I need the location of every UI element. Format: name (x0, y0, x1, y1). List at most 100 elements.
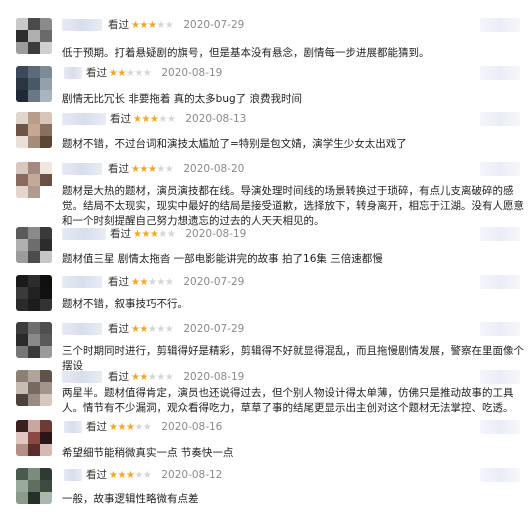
watched-status: 看过 (86, 67, 107, 79)
review-text: 剧情无比冗长 非要拖着 真的太多bug了 浪费我时间 (62, 93, 302, 105)
star-icon: ★ (117, 422, 126, 433)
review-date: 2020-08-20 (183, 163, 245, 175)
vote-area[interactable] (480, 420, 520, 434)
watched-status: 看过 (108, 371, 129, 383)
review-text: 题材值三星 剧情太拖沓 一部电影能讲完的故事 拍了16集 三倍速都慢 (62, 253, 383, 265)
vote-area[interactable] (480, 275, 520, 289)
review-date: 2020-08-12 (161, 469, 223, 481)
review-meta: 看过 ★★★★★ 2020-07-29 (108, 275, 244, 289)
rating-stars: ★★★★★ (131, 163, 174, 177)
avatar[interactable] (16, 370, 52, 406)
star-icon: ★ (142, 422, 152, 433)
star-icon: ★ (156, 164, 165, 175)
watched-status: 看过 (108, 19, 129, 31)
username[interactable] (62, 371, 102, 383)
review-meta: 看过 ★★★★★ 2020-08-20 (108, 162, 244, 176)
star-icon: ★ (158, 114, 167, 125)
rating-stars: ★★★★★ (131, 19, 174, 33)
review-date: 2020-07-29 (183, 323, 245, 335)
avatar[interactable] (16, 162, 52, 198)
review-meta: 看过 ★★★★★ 2020-08-12 (86, 468, 222, 482)
watched-status: 看过 (108, 323, 129, 335)
review-meta: 看过 ★★★★★ 2020-07-29 (108, 18, 244, 32)
star-icon: ★ (164, 20, 174, 31)
star-icon: ★ (134, 68, 143, 79)
vote-area[interactable] (480, 66, 520, 80)
avatar[interactable] (16, 227, 52, 263)
rating-stars: ★★★★★ (131, 371, 174, 385)
review-meta: 看过 ★★★★★ 2020-08-19 (108, 370, 244, 384)
review-date: 2020-08-16 (161, 421, 223, 433)
review-date: 2020-08-19 (183, 371, 245, 383)
review-date: 2020-08-19 (161, 67, 223, 79)
username[interactable] (62, 276, 102, 288)
review-meta: 看过 ★★★★★ 2020-08-16 (86, 420, 222, 434)
avatar[interactable] (16, 275, 52, 311)
username[interactable] (62, 228, 106, 240)
review-meta: 看过 ★★★★★ 2020-08-19 (86, 66, 222, 80)
vote-area[interactable] (480, 162, 520, 176)
star-icon: ★ (156, 277, 165, 288)
star-icon: ★ (141, 229, 150, 240)
vote-area[interactable] (480, 370, 520, 384)
vote-area[interactable] (480, 18, 520, 32)
rating-stars: ★★★★★ (109, 421, 152, 435)
star-icon: ★ (117, 470, 126, 481)
star-icon: ★ (156, 372, 165, 383)
review-date: 2020-07-29 (183, 19, 245, 31)
vote-area[interactable] (480, 322, 520, 336)
star-icon: ★ (142, 68, 152, 79)
review-text: 低于预期。打着悬疑剧的旗号，但是基本没有悬念，剧情每一步进展都能猜到。 (62, 47, 430, 59)
username[interactable] (62, 19, 102, 31)
vote-area[interactable] (480, 468, 520, 482)
username[interactable] (64, 421, 82, 433)
star-icon: ★ (139, 372, 148, 383)
review-text: 题材是大热的题材，演员演技都在线。导演处理时间线的场景转换过于琐碎，有点儿支离破… (62, 185, 524, 227)
review-text: 两星半。题材值得肯定，演员也还说得过去，但个别人物设计得太单薄，仿佛只是推动故事… (62, 387, 514, 414)
star-icon: ★ (134, 422, 143, 433)
review-date: 2020-08-13 (185, 113, 247, 125)
star-icon: ★ (142, 470, 152, 481)
avatar[interactable] (16, 322, 52, 358)
star-icon: ★ (164, 324, 174, 335)
rating-stars: ★★★★★ (109, 67, 152, 81)
watched-status: 看过 (86, 469, 107, 481)
vote-area[interactable] (480, 112, 520, 126)
star-icon: ★ (158, 229, 167, 240)
watched-status: 看过 (86, 421, 107, 433)
rating-stars: ★★★★★ (109, 469, 152, 483)
username[interactable] (62, 323, 102, 335)
rating-stars: ★★★★★ (133, 228, 176, 242)
star-icon: ★ (164, 372, 174, 383)
star-icon: ★ (141, 114, 150, 125)
vote-area[interactable] (480, 227, 520, 241)
star-icon: ★ (156, 20, 165, 31)
star-icon: ★ (134, 470, 143, 481)
review-text: 题材不错，叙事技巧不行。 (62, 298, 188, 310)
star-icon: ★ (139, 324, 148, 335)
username[interactable] (62, 113, 106, 125)
avatar[interactable] (16, 66, 52, 102)
watched-status: 看过 (110, 113, 131, 125)
star-icon: ★ (139, 277, 148, 288)
rating-stars: ★★★★★ (133, 113, 176, 127)
star-icon: ★ (166, 114, 176, 125)
username[interactable] (64, 469, 82, 481)
star-icon: ★ (139, 164, 148, 175)
avatar[interactable] (16, 112, 52, 148)
avatar[interactable] (16, 18, 52, 54)
rating-stars: ★★★★★ (131, 276, 174, 290)
star-icon: ★ (117, 68, 126, 79)
watched-status: 看过 (110, 228, 131, 240)
username[interactable] (62, 163, 102, 175)
star-icon: ★ (164, 164, 174, 175)
star-icon: ★ (139, 20, 148, 31)
review-date: 2020-07-29 (183, 276, 245, 288)
review-text: 题材不错，不过台词和演技太尴尬了=特别是包文婧，演学生少女太出戏了 (62, 138, 407, 150)
star-icon: ★ (164, 277, 174, 288)
avatar[interactable] (16, 420, 52, 456)
watched-status: 看过 (108, 163, 129, 175)
username[interactable] (64, 67, 82, 79)
avatar[interactable] (16, 468, 52, 504)
watched-status: 看过 (108, 276, 129, 288)
